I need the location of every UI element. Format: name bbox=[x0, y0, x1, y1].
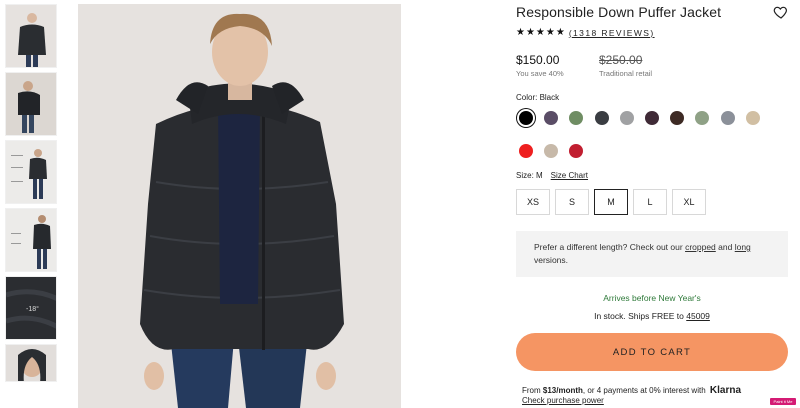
length-text: Prefer a different length? Check out our bbox=[534, 242, 683, 252]
sale-price: $150.00 bbox=[516, 53, 560, 67]
jacket-front-thumb-icon bbox=[6, 5, 56, 67]
wishlist-heart-icon[interactable] bbox=[773, 4, 789, 20]
thumbnail-1[interactable] bbox=[5, 4, 57, 68]
savings-text: You save 40% bbox=[516, 69, 564, 78]
jacket-side-thumb-icon bbox=[6, 73, 56, 135]
klarna-logo: Klarna bbox=[709, 385, 742, 396]
color-swatch[interactable] bbox=[594, 111, 609, 125]
color-label: Color: Black bbox=[516, 93, 560, 102]
thumbnail-5[interactable]: -18° bbox=[5, 276, 57, 340]
original-price: $250.00 bbox=[599, 53, 643, 67]
svg-text:-18°: -18° bbox=[26, 305, 39, 313]
klarna-prefix: From bbox=[522, 386, 541, 395]
color-swatch[interactable] bbox=[544, 144, 559, 158]
check-purchase-power-link[interactable]: Check purchase power bbox=[522, 396, 604, 405]
hood-detail-thumb-icon bbox=[6, 345, 56, 381]
cropped-link[interactable]: cropped bbox=[685, 242, 716, 252]
size-chart-link[interactable]: Size Chart bbox=[551, 171, 588, 180]
jacket-back-thumb-icon bbox=[6, 209, 56, 271]
main-product-image[interactable] bbox=[78, 4, 401, 408]
thumbnail-2[interactable] bbox=[5, 72, 57, 136]
color-swatch[interactable] bbox=[695, 111, 710, 125]
color-swatch[interactable] bbox=[569, 111, 584, 125]
size-options: XS S M L XL bbox=[516, 189, 711, 215]
thumbnail-6[interactable] bbox=[5, 344, 57, 382]
klarna-message: From $13/month, or 4 payments at 0% inte… bbox=[522, 385, 741, 396]
length-text-after: versions. bbox=[534, 255, 569, 265]
size-option-xs[interactable]: XS bbox=[516, 189, 550, 215]
zip-link[interactable]: 45009 bbox=[686, 311, 710, 321]
size-option-m[interactable]: M bbox=[594, 189, 628, 215]
stock-text: In stock. Ships FREE to bbox=[594, 311, 684, 321]
thumbnail-4[interactable] bbox=[5, 208, 57, 272]
size-option-s[interactable]: S bbox=[555, 189, 589, 215]
delivery-estimate: Arrives before New Year's bbox=[603, 293, 701, 303]
model-in-jacket-image bbox=[78, 4, 401, 408]
size-option-xl[interactable]: XL bbox=[672, 189, 706, 215]
color-swatch[interactable] bbox=[720, 111, 735, 125]
color-swatch[interactable] bbox=[544, 111, 559, 125]
klarna-suffix: , or 4 payments at 0% interest with bbox=[582, 386, 706, 395]
color-swatch[interactable] bbox=[519, 144, 533, 158]
size-label-row: Size: M Size Chart bbox=[516, 171, 588, 180]
thumbnail-3[interactable] bbox=[5, 140, 57, 204]
corner-badge[interactable]: Paint it Me bbox=[770, 398, 796, 405]
fabric-detail-thumb-icon: -18° bbox=[6, 277, 56, 339]
stock-status: In stock. Ships FREE to 45009 bbox=[516, 311, 788, 321]
rating-row: ★★★★★ (1318 REVIEWS) bbox=[516, 27, 655, 38]
color-swatch[interactable] bbox=[519, 111, 533, 125]
thumbnail-list: -18° bbox=[5, 4, 57, 386]
length-notice: Prefer a different length? Check out our… bbox=[516, 231, 788, 277]
klarna-amount: $13/month bbox=[542, 386, 583, 395]
star-rating-icon: ★★★★★ bbox=[516, 27, 566, 38]
reviews-link[interactable]: (1318 REVIEWS) bbox=[569, 28, 655, 38]
add-to-cart-button[interactable]: ADD TO CART bbox=[516, 333, 788, 371]
color-swatch[interactable] bbox=[569, 144, 584, 158]
color-swatch[interactable] bbox=[670, 111, 685, 125]
long-link[interactable]: long bbox=[735, 242, 751, 252]
original-price-label: Traditional retail bbox=[599, 69, 653, 78]
size-option-l[interactable]: L bbox=[633, 189, 667, 215]
product-title: Responsible Down Puffer Jacket bbox=[516, 4, 722, 20]
length-and: and bbox=[718, 242, 733, 252]
color-swatch[interactable] bbox=[745, 111, 760, 125]
color-swatch[interactable] bbox=[645, 111, 659, 125]
color-swatch[interactable] bbox=[619, 111, 634, 125]
jacket-annotated-thumb-icon bbox=[6, 141, 56, 203]
size-label: Size: M bbox=[516, 171, 543, 180]
